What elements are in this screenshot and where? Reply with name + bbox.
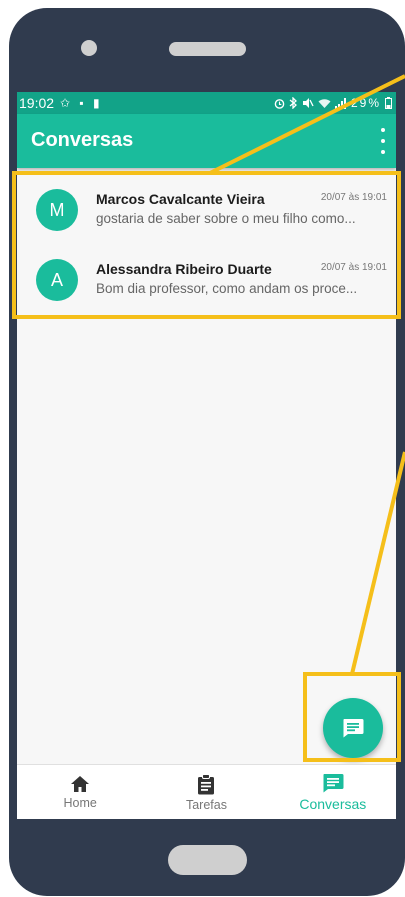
wifi-icon: [318, 98, 331, 108]
camera-dot: [81, 40, 97, 56]
bottom-navigation: Home Tarefas Conversas: [17, 764, 396, 819]
nav-item-tarefas[interactable]: Tarefas: [143, 765, 269, 819]
device-home-button[interactable]: [168, 845, 247, 875]
menu-dot: [381, 139, 385, 143]
status-time: 19:02: [19, 95, 55, 111]
clipboard-icon: [198, 773, 215, 794]
system-icons: 29%: [274, 96, 392, 110]
battery-icon: [385, 97, 392, 109]
status-bar: 19:02 ✩ ▪ ▮ 29%: [17, 92, 396, 114]
page-title: Conversas: [31, 129, 134, 151]
signal-icon: [334, 97, 346, 109]
notification-icons: ✩ ▪ ▮: [60, 96, 103, 110]
app-bar: Conversas: [17, 114, 396, 168]
conversation-list-highlight: [12, 171, 401, 319]
menu-dot: [381, 150, 385, 154]
nav-item-home[interactable]: Home: [17, 765, 143, 819]
speaker-slot: [169, 42, 246, 56]
chat-icon: [323, 774, 344, 793]
nav-label: Home: [63, 796, 97, 810]
battery-percent: 29%: [350, 96, 381, 110]
nav-label: Conversas: [299, 796, 367, 812]
home-icon: [71, 776, 90, 792]
alarm-icon: [274, 98, 285, 109]
bluetooth-icon: [289, 97, 297, 109]
nav-label: Tarefas: [185, 797, 227, 812]
mute-icon: [302, 98, 314, 108]
phone-frame: 19:02 ✩ ▪ ▮ 29% Conversas M Marcos Caval…: [9, 8, 405, 896]
nav-item-conversas[interactable]: Conversas: [270, 765, 396, 819]
new-message-highlight: [303, 672, 401, 762]
overflow-menu-icon[interactable]: [376, 128, 390, 154]
menu-dot: [381, 128, 385, 132]
